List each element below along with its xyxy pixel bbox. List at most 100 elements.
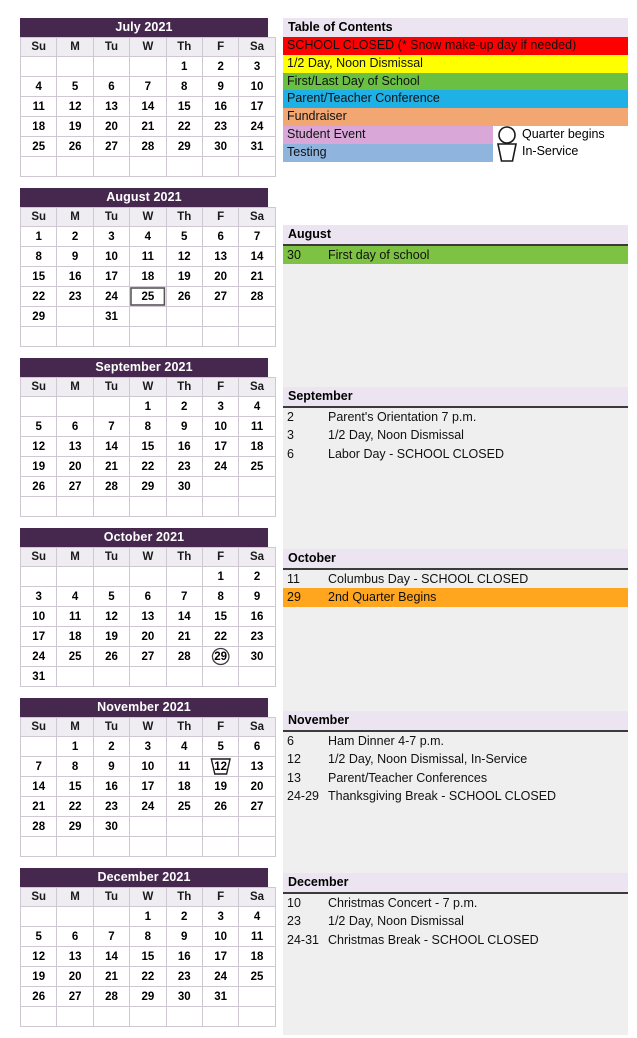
calendar-day-july-21[interactable]: 21 [129,116,167,137]
event-row[interactable]: 11 Columbus Day - SCHOOL CLOSED [283,570,628,589]
calendar-day-july-23[interactable]: 23 [201,116,240,137]
calendar-day-december-19[interactable]: 19 [19,966,58,987]
calendar-day-july-15[interactable]: 15 [165,96,203,117]
calendar-day-september-5[interactable]: 5 [19,416,58,437]
calendar-day-november-11[interactable]: 11 [165,756,203,777]
calendar-day-october-1[interactable]: 1 [201,566,240,587]
calendar-day-october-20[interactable]: 20 [129,626,167,647]
calendar-day-august-27[interactable]: 27 [201,286,240,307]
calendar-day-july-25[interactable]: 25 [19,136,58,157]
calendar-day-december-26[interactable]: 26 [19,986,58,1007]
calendar-day-july-6[interactable]: 6 [92,76,131,97]
calendar-day-september-12[interactable]: 12 [19,436,58,457]
calendar-day-november-26[interactable]: 26 [201,796,240,817]
calendar-day-october-11[interactable]: 11 [56,606,94,627]
legend-item-fundraiser[interactable]: Fundraiser [283,108,628,126]
calendar-day-october-10[interactable]: 10 [19,606,58,627]
calendar-day-september-11[interactable]: 11 [238,416,276,437]
calendar-day-november-9[interactable]: 9 [92,756,131,777]
calendar-day-november-2[interactable]: 2 [92,736,131,757]
calendar-day-october-3[interactable]: 3 [19,586,58,607]
calendar-day-december-25[interactable]: 25 [238,966,276,987]
calendar-day-october-26[interactable]: 26 [92,646,131,667]
calendar-day-november-18[interactable]: 18 [165,776,203,797]
calendar-day-december-1[interactable]: 1 [129,906,167,927]
calendar-day-august-15[interactable]: 15 [19,266,58,287]
calendar-day-october-14[interactable]: 14 [165,606,203,627]
calendar-day-october-7[interactable]: 7 [165,586,203,607]
calendar-day-december-7[interactable]: 7 [92,926,131,947]
calendar-day-august-11[interactable]: 11 [129,246,167,267]
calendar-day-august-6[interactable]: 6 [201,226,240,247]
calendar-day-july-3[interactable]: 3 [238,56,276,77]
calendar-day-november-23[interactable]: 23 [92,796,131,817]
calendar-day-august-21[interactable]: 21 [238,266,276,287]
calendar-day-december-5[interactable]: 5 [19,926,58,947]
calendar-day-december-23[interactable]: 23 [165,966,203,987]
calendar-day-october-30[interactable]: 30 [238,646,276,667]
calendar-day-november-19[interactable]: 19 [201,776,240,797]
calendar-day-september-15[interactable]: 15 [129,436,167,457]
calendar-day-october-22[interactable]: 22 [201,626,240,647]
calendar-day-december-30[interactable]: 30 [165,986,203,1007]
calendar-day-december-22[interactable]: 22 [129,966,167,987]
calendar-day-september-4[interactable]: 4 [238,396,276,417]
calendar-day-november-24[interactable]: 24 [129,796,167,817]
calendar-day-december-31[interactable]: 31 [201,986,240,1007]
calendar-day-october-25[interactable]: 25 [56,646,94,667]
calendar-day-september-9[interactable]: 9 [165,416,203,437]
calendar-day-october-19[interactable]: 19 [92,626,131,647]
calendar-day-july-30[interactable]: 30 [201,136,240,157]
calendar-day-july-7[interactable]: 7 [129,76,167,97]
calendar-day-december-10[interactable]: 10 [201,926,240,947]
calendar-day-july-24[interactable]: 24 [238,116,276,137]
calendar-day-august-18[interactable]: 18 [129,266,167,287]
calendar-day-september-21[interactable]: 21 [92,456,131,477]
calendar-day-november-27[interactable]: 27 [238,796,276,817]
calendar-day-september-20[interactable]: 20 [56,456,94,477]
calendar-day-august-17[interactable]: 17 [92,266,131,287]
calendar-day-november-10[interactable]: 10 [129,756,167,777]
calendar-day-august-10[interactable]: 10 [92,246,131,267]
event-row[interactable]: 29 2nd Quarter Begins [283,588,628,607]
event-row[interactable]: 30 First day of school [283,245,628,265]
calendar-day-september-24[interactable]: 24 [201,456,240,477]
calendar-day-september-16[interactable]: 16 [165,436,203,457]
calendar-day-december-3[interactable]: 3 [201,906,240,927]
legend-item-firstlast[interactable]: First/Last Day of School [283,72,628,91]
calendar-day-july-16[interactable]: 16 [201,96,240,117]
calendar-day-november-17[interactable]: 17 [129,776,167,797]
calendar-day-july-22[interactable]: 22 [165,116,203,137]
calendar-day-july-20[interactable]: 20 [92,116,131,137]
calendar-day-november-22[interactable]: 22 [56,796,94,817]
calendar-day-november-14[interactable]: 14 [19,776,58,797]
calendar-day-november-3[interactable]: 3 [129,736,167,757]
calendar-day-august-16[interactable]: 16 [56,266,94,287]
calendar-day-august-9[interactable]: 9 [56,246,94,267]
calendar-day-september-1[interactable]: 1 [129,396,167,417]
event-row[interactable]: 6 Labor Day - SCHOOL CLOSED [283,445,628,464]
calendar-day-august-30[interactable]: 30 [56,306,94,327]
calendar-day-august-7[interactable]: 7 [238,226,276,247]
calendar-day-october-24[interactable]: 24 [19,646,58,667]
calendar-day-october-12[interactable]: 12 [92,606,131,627]
calendar-day-august-31[interactable]: 31 [92,306,131,327]
calendar-day-october-29[interactable]: 29 [201,646,240,667]
event-row[interactable]: 13 Parent/Teacher Conferences [283,769,628,788]
calendar-day-august-25[interactable]: 25 [129,286,167,307]
calendar-day-november-16[interactable]: 16 [92,776,131,797]
calendar-day-october-13[interactable]: 13 [129,606,167,627]
calendar-day-december-15[interactable]: 15 [129,946,167,967]
calendar-day-august-2[interactable]: 2 [56,226,94,247]
calendar-day-september-23[interactable]: 23 [165,456,203,477]
calendar-day-november-21[interactable]: 21 [19,796,58,817]
calendar-day-november-8[interactable]: 8 [56,756,94,777]
calendar-day-september-3[interactable]: 3 [201,396,240,417]
calendar-day-september-28[interactable]: 28 [92,476,131,497]
event-row[interactable]: 10 Christmas Concert - 7 p.m. [283,894,628,913]
calendar-day-july-8[interactable]: 8 [165,76,203,97]
calendar-day-october-2[interactable]: 2 [238,566,276,587]
calendar-day-november-7[interactable]: 7 [19,756,58,777]
calendar-day-august-14[interactable]: 14 [238,246,276,267]
calendar-day-august-13[interactable]: 13 [201,246,240,267]
